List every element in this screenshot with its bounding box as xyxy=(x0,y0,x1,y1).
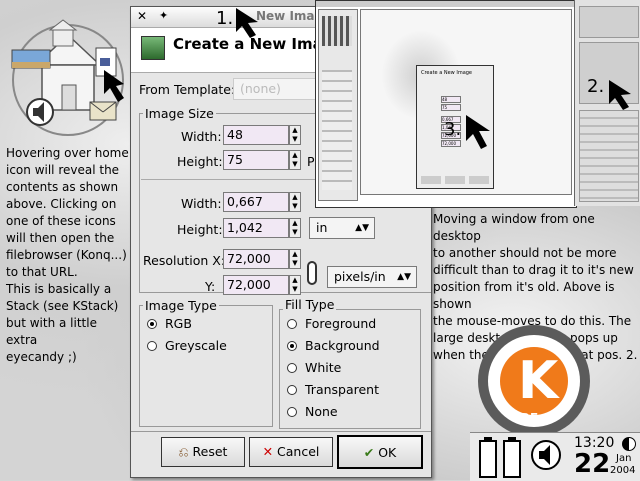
volume-icon[interactable] xyxy=(530,437,570,477)
button-separator xyxy=(131,431,431,432)
kde-logo: K DE xyxy=(478,325,590,437)
system-tray-panel: 13:20 22 Jan 2004 xyxy=(470,432,640,481)
resolution-unit-value: pixels/in xyxy=(334,269,386,284)
marker-2: 2. xyxy=(587,76,605,97)
marker-3: 3. xyxy=(444,119,462,140)
preview-tool-grid xyxy=(322,16,352,46)
mouse-cursor-icon xyxy=(609,80,631,110)
mouse-cursor-icon xyxy=(466,115,490,149)
width-physical-input[interactable]: 0,667 xyxy=(223,192,289,212)
width-input[interactable]: 48 xyxy=(223,125,289,145)
kde-logo-letter: K xyxy=(518,351,559,411)
desktop-thumbnail[interactable] xyxy=(579,6,639,38)
reset-button[interactable]: ⎌ Reset xyxy=(161,437,245,467)
preview-field: 75 xyxy=(441,104,461,111)
foreground-label: Foreground xyxy=(305,316,377,331)
size-unit-select[interactable]: in ▲▼ xyxy=(309,217,375,239)
preview-dialog-title: Create a New Image xyxy=(421,70,473,76)
radio-white[interactable] xyxy=(287,363,297,373)
height-spinner[interactable]: ▲ ▼ xyxy=(289,150,301,170)
home-stack-icon-cluster[interactable] xyxy=(8,10,133,140)
resolution-y-input[interactable]: 72,000 xyxy=(223,275,289,295)
marker-1: 1. xyxy=(216,8,234,29)
sound-icon xyxy=(26,98,54,126)
background-label: Background xyxy=(305,338,380,353)
preview-field: 48 xyxy=(441,96,461,103)
radio-foreground[interactable] xyxy=(287,319,297,329)
clock-day[interactable]: 22 xyxy=(574,449,610,479)
width2-label: Width: xyxy=(181,196,222,211)
close-icon[interactable]: ✕ xyxy=(137,9,147,23)
mouse-cursor-icon xyxy=(236,8,258,38)
size-unit-value: in xyxy=(316,220,328,235)
preview-toolbox xyxy=(318,9,358,201)
height-physical-spinner[interactable]: ▲ ▼ xyxy=(289,218,301,238)
updown-icon: ▲▼ xyxy=(397,272,411,282)
image-icon xyxy=(11,49,51,69)
ok-icon: ✔ xyxy=(363,445,375,460)
preview-layers-list xyxy=(322,70,352,190)
reset-label: Reset xyxy=(192,444,228,459)
desktop-preview-popup[interactable]: Create a New Image 48 75 0,667 1,042 72,… xyxy=(315,0,577,208)
reset-icon: ⎌ xyxy=(178,444,189,459)
preview-dialog-buttons xyxy=(421,176,489,184)
transparent-label: Transparent xyxy=(305,382,380,397)
none-label: None xyxy=(305,404,338,419)
resolution-y-spinner[interactable]: ▲ ▼ xyxy=(289,275,301,295)
ok-button[interactable]: ✔ OK xyxy=(337,435,423,469)
clock-year: 2004 xyxy=(610,465,636,476)
radio-none[interactable] xyxy=(287,407,297,417)
folder-icon xyxy=(48,19,78,47)
preview-titlebar xyxy=(316,1,576,7)
desktop-thumbnail[interactable] xyxy=(579,110,639,202)
radio-background[interactable] xyxy=(287,341,297,351)
resolution-unit-select[interactable]: pixels/in ▲▼ xyxy=(327,266,417,288)
height2-label: Height: xyxy=(177,222,223,237)
height-label: Height: xyxy=(177,154,223,169)
width-label: Width: xyxy=(181,129,222,144)
white-label: White xyxy=(305,360,342,375)
cancel-icon: ✕ xyxy=(262,444,274,459)
ok-label: OK xyxy=(378,445,397,460)
height-input[interactable]: 75 xyxy=(223,150,289,170)
fill-type-label: Fill Type xyxy=(283,297,337,312)
left-description-text: Hovering over home icon will reveal the … xyxy=(6,146,129,364)
image-type-label: Image Type xyxy=(143,298,219,313)
resolution-x-spinner[interactable]: ▲ ▼ xyxy=(289,249,301,269)
clock-month: Jan xyxy=(616,453,632,464)
width-spinner[interactable]: ▲ ▼ xyxy=(289,125,301,145)
battery-icon[interactable] xyxy=(478,435,534,479)
image-type-frame xyxy=(139,305,273,427)
updown-icon: ▲▼ xyxy=(355,223,369,233)
template-label: From Template: xyxy=(139,82,236,97)
greyscale-label: Greyscale xyxy=(165,338,227,353)
preview-field: 72,000 xyxy=(441,140,461,147)
cancel-button[interactable]: ✕ Cancel xyxy=(249,437,333,467)
radio-transparent[interactable] xyxy=(287,385,297,395)
chain-link-icon[interactable] xyxy=(307,261,317,285)
cancel-label: Cancel xyxy=(277,444,320,459)
moon-phase-icon xyxy=(622,437,636,451)
rgb-label: RGB xyxy=(165,316,192,331)
radio-rgb[interactable] xyxy=(147,319,157,329)
resolution-y-label: Y: xyxy=(205,279,216,294)
mail-icon xyxy=(89,101,117,121)
radio-greyscale[interactable] xyxy=(147,341,157,351)
resolution-x-input[interactable]: 72,000 xyxy=(223,249,289,269)
kde-logo-sub: DE xyxy=(520,411,539,425)
pixel-unit-label: P xyxy=(307,154,315,169)
desktop-thumbnails-panel[interactable]: 2. xyxy=(574,0,640,206)
image-size-label: Image Size xyxy=(143,106,216,121)
new-image-icon xyxy=(141,36,165,60)
resolution-x-label: Resolution X: xyxy=(143,253,226,268)
pin-icon[interactable]: ✦ xyxy=(159,9,168,22)
width-physical-spinner[interactable]: ▲ ▼ xyxy=(289,192,301,212)
height-physical-input[interactable]: 1,042 xyxy=(223,218,289,238)
